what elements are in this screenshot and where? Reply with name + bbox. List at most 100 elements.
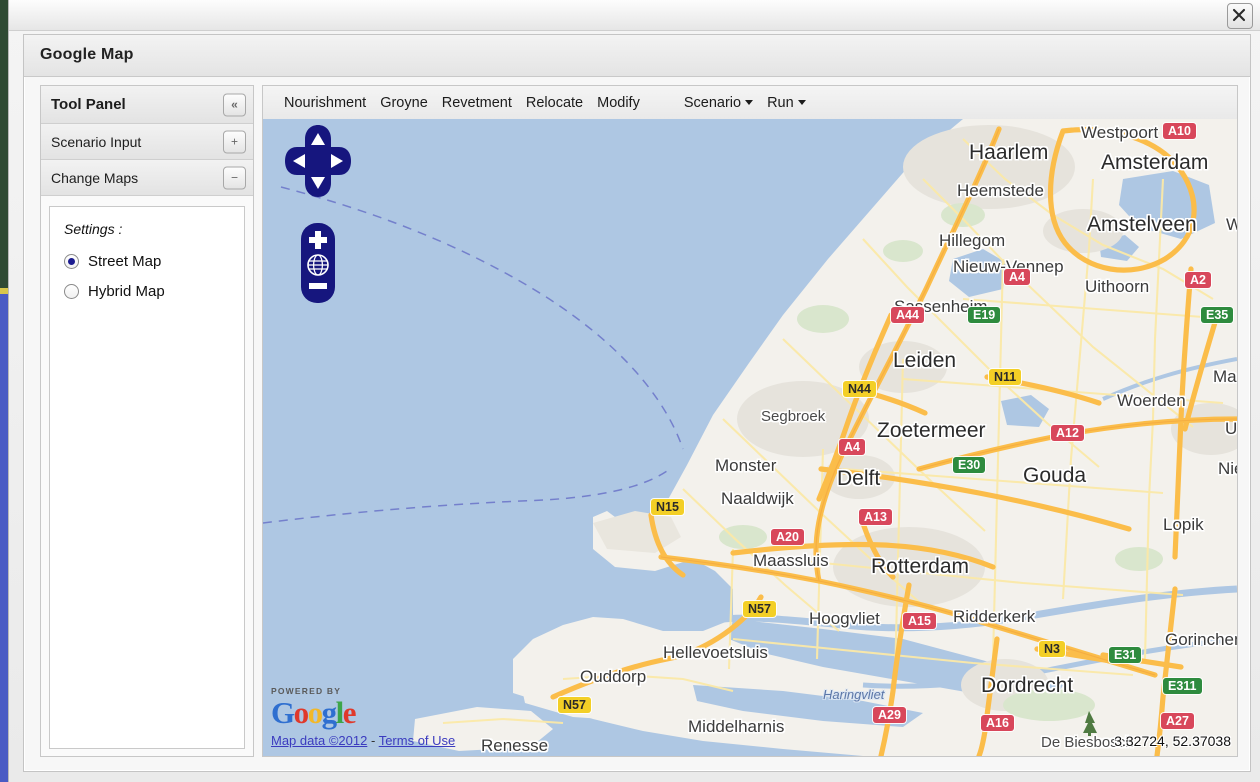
menu-item-nourishment[interactable]: Nourishment: [277, 95, 373, 111]
road-shield: A10: [1163, 123, 1196, 139]
map-place-label: Haarlem: [969, 141, 1049, 164]
tool-panel-header: Tool Panel «: [41, 86, 253, 124]
menu-item-revetment[interactable]: Revetment: [435, 95, 519, 111]
map-place-label: Woerden: [1117, 391, 1186, 410]
map-terms-line: Map data ©2012 - Terms of Use: [271, 733, 455, 748]
map-place-label: Dordrecht: [981, 674, 1074, 697]
menu-item-relocate[interactable]: Relocate: [519, 95, 590, 111]
road-shield: E30: [953, 457, 986, 473]
radio-hybrid-map-indicator[interactable]: [64, 283, 79, 299]
zoom-out-icon: [309, 283, 327, 289]
google-logo-letter: g: [321, 695, 338, 730]
map-place-label: Monster: [715, 456, 777, 475]
map-place-label: Maarssen: [1213, 367, 1237, 386]
map-place-label: Gouda: [1023, 464, 1087, 487]
map-toolbar: Nourishment Groyne Revetment Relocate Mo…: [263, 86, 1237, 120]
google-map-panel: Google Map Tool Panel « Scenario Input +…: [23, 34, 1251, 772]
menu-item-scenario[interactable]: Scenario: [677, 95, 760, 111]
road-shield: A2: [1185, 272, 1211, 288]
map-place-label: Amsterdam: [1101, 151, 1209, 174]
map-place-label: Naaldwijk: [721, 489, 794, 508]
map-canvas[interactable]: Westpoort Haarlem Amsterdam Heemstede Amstel…: [263, 119, 1237, 756]
menu-item-relocate-label: Relocate: [525, 94, 584, 111]
collapse-change-maps-button[interactable]: −: [223, 166, 246, 189]
road-shield: E19: [968, 307, 1001, 323]
road-shield: A44: [891, 307, 924, 323]
google-logo-letter: o: [307, 695, 324, 730]
map-place-label: Hellevoetsluis: [663, 643, 768, 662]
google-attribution: POWERED BY Google: [271, 686, 421, 730]
road-shield: A15: [903, 613, 936, 629]
map-place-label: Middelharnis: [688, 717, 785, 736]
menu-item-modify[interactable]: Modify: [590, 95, 647, 111]
change-maps-settings-body: Settings : Street Map Hybrid Map: [49, 206, 245, 749]
terms-separator: -: [370, 733, 376, 748]
map-place-label: Segbroek: [761, 408, 826, 425]
road-shield: A20: [771, 529, 804, 545]
radio-street-map-indicator[interactable]: [64, 253, 79, 269]
road-shield: N57: [743, 601, 776, 617]
map-place-label: Amstelveen: [1087, 213, 1197, 236]
map-place-label: Gorinchem: [1165, 630, 1237, 649]
section-scenario-input-label: Scenario Input: [51, 133, 142, 150]
map-place-label: Uithoorn: [1085, 277, 1150, 296]
road-shield: A4: [839, 439, 865, 455]
road-shield: N15: [651, 499, 684, 515]
map-place-label: Rotterdam: [871, 555, 970, 578]
coordinate-readout: 3.32724, 52.37038: [1114, 733, 1231, 749]
road-shield: E311: [1163, 678, 1202, 694]
road-shield: N57: [558, 697, 591, 713]
map-zoom-control[interactable]: [301, 223, 335, 303]
road-shield: A16: [981, 715, 1014, 731]
map-place-label: Hillegom: [939, 231, 1006, 250]
map-place-label: Hoogvliet: [809, 609, 880, 628]
terms-of-use-link[interactable]: Terms of Use: [379, 733, 456, 748]
map-place-label: Weesp: [1226, 215, 1237, 234]
map-place-label: Nieuwegein: [1218, 459, 1237, 478]
map-place-label: Heemstede: [957, 181, 1044, 200]
google-logo-letter: e: [342, 695, 357, 730]
section-change-maps-label: Change Maps: [51, 169, 139, 186]
radio-street-map-label: Street Map: [88, 252, 162, 270]
tool-panel-header-label: Tool Panel: [51, 96, 126, 113]
map-place-label: Leiden: [893, 349, 957, 372]
settings-label: Settings :: [64, 221, 123, 237]
menu-item-groyne[interactable]: Groyne: [373, 95, 435, 111]
google-logo-letter: o: [293, 695, 310, 730]
section-scenario-input[interactable]: Scenario Input +: [41, 124, 253, 160]
menu-item-run-label: Run: [767, 94, 794, 111]
desktop-background-strip: [0, 0, 8, 782]
road-shield: A12: [1051, 425, 1084, 441]
menu-item-run[interactable]: Run: [760, 95, 813, 111]
map-place-label: Maassluis: [753, 551, 829, 570]
road-shield: N44: [843, 381, 876, 397]
road-shield: A27: [1161, 713, 1194, 729]
menu-item-nourishment-label: Nourishment: [284, 94, 367, 111]
application-window: Google Map Tool Panel « Scenario Input +…: [8, 0, 1260, 782]
close-icon[interactable]: [1227, 3, 1253, 29]
google-logo-letter: G: [271, 695, 295, 730]
desktop-strip-blue: [0, 294, 8, 782]
map-water-label: Haringvliet: [823, 687, 885, 702]
section-change-maps[interactable]: Change Maps −: [41, 160, 253, 196]
map-pan-control[interactable]: [285, 125, 351, 203]
radio-hybrid-map[interactable]: Hybrid Map: [64, 276, 244, 306]
menu-item-revetment-label: Revetment: [441, 94, 512, 111]
radio-street-map[interactable]: Street Map: [64, 246, 244, 276]
google-logo-letter: l: [335, 695, 345, 730]
map-place-label: Ouddorp: [580, 667, 647, 686]
road-shield: A4: [1004, 269, 1030, 285]
desktop-strip-green: [0, 0, 8, 288]
road-shield: N3: [1039, 641, 1065, 657]
map-place-label: Zoetermeer: [877, 419, 986, 442]
menu-item-modify-label: Modify: [597, 94, 640, 111]
chevron-down-icon: [745, 100, 754, 106]
window-titlebar: [9, 0, 1260, 31]
menu-item-scenario-label: Scenario: [683, 94, 742, 111]
map-place-label: Renesse: [481, 736, 549, 755]
map-data-link[interactable]: Map data ©2012: [271, 733, 367, 748]
collapse-all-button[interactable]: «: [223, 93, 246, 116]
map-place-label: Lopik: [1163, 515, 1204, 534]
road-shield: A13: [859, 509, 892, 525]
expand-scenario-input-button[interactable]: +: [223, 130, 246, 153]
